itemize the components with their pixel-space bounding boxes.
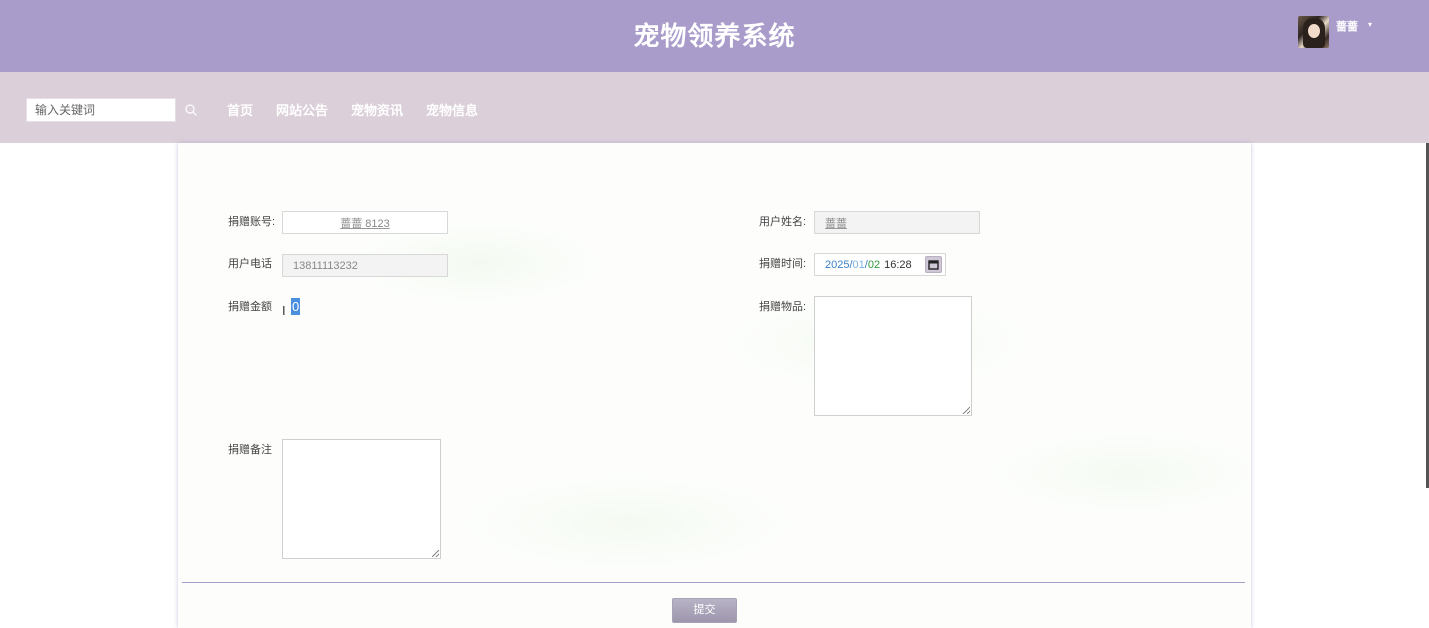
search-icon[interactable]	[184, 103, 198, 117]
submit-button[interactable]: 提交	[672, 598, 737, 623]
resize-handle-icon[interactable]	[432, 550, 439, 557]
account-label: 捐赠账号:	[228, 216, 276, 228]
search-input[interactable]	[26, 98, 176, 122]
donate-time-field[interactable]: 2025/01/02 16:28	[814, 253, 946, 276]
site-title: 宠物领养系统	[633, 21, 796, 51]
donate-time-label: 捐赠时间:	[759, 258, 807, 270]
donate-time-clock: 16:28	[884, 258, 912, 271]
donation-form-panel: 捐赠账号: 用户姓名: 用户电话 捐赠时间: 2025/01/0216:28 捐…	[178, 143, 1251, 628]
amount-label: 捐赠金额	[228, 301, 272, 313]
items-textarea[interactable]	[814, 296, 972, 416]
amount-field[interactable]: 0	[291, 298, 301, 315]
nav-link-home[interactable]: 首页	[227, 100, 253, 119]
avatar[interactable]	[1298, 16, 1329, 48]
nav-link-pet-info[interactable]: 宠物信息	[426, 100, 478, 119]
nav-links: 首页 网站公告 宠物资讯 宠物信息	[227, 100, 501, 119]
user-name-field[interactable]	[814, 211, 980, 234]
phone-field[interactable]	[282, 254, 448, 277]
top-header: 宠物领养系统 蔷蔷 ▾	[0, 0, 1429, 72]
user-menu[interactable]: 蔷蔷 ▾	[1298, 16, 1372, 48]
text-cursor-icon: I	[282, 303, 286, 318]
donate-time-year: 2025	[825, 258, 850, 271]
items-label: 捐赠物品:	[759, 301, 807, 313]
user-name-label: 用户姓名:	[759, 216, 807, 228]
user-name[interactable]: 蔷蔷	[1336, 18, 1358, 34]
account-field[interactable]	[282, 211, 448, 234]
phone-label: 用户电话	[228, 258, 272, 270]
nav-bar: 首页 网站公告 宠物资讯 宠物信息	[0, 72, 1429, 143]
remark-label: 捐赠备注	[228, 444, 272, 456]
calendar-icon[interactable]	[925, 256, 942, 273]
donate-time-month: 01	[852, 258, 865, 271]
resize-handle-icon[interactable]	[963, 407, 970, 414]
chevron-down-icon[interactable]: ▾	[1368, 20, 1372, 29]
nav-link-announcements[interactable]: 网站公告	[276, 100, 328, 119]
form-divider	[182, 582, 1245, 583]
remark-textarea[interactable]	[282, 439, 441, 559]
donate-time-day: 02	[867, 258, 881, 271]
nav-link-pet-news[interactable]: 宠物资讯	[351, 100, 403, 119]
